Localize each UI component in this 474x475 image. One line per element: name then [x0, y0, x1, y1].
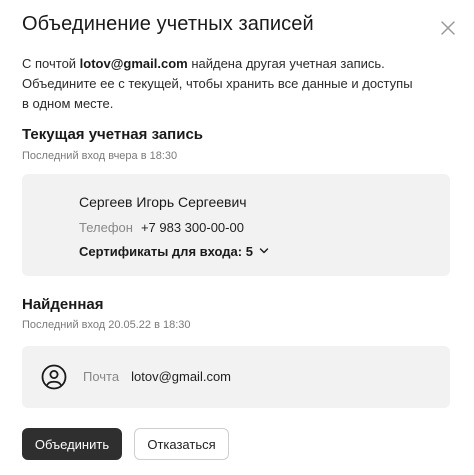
chevron-down-icon [259, 244, 269, 259]
intro-email: lotov@gmail.com [79, 56, 188, 71]
dialog-title: Объединение учетных записей [22, 13, 314, 35]
merge-accounts-dialog: Объединение учетных записей С почтой lot… [0, 0, 474, 475]
intro-line-1: С почтой lotov@gmail.com найдена другая … [22, 54, 442, 74]
intro-line-2: Объедините ее с текущей, чтобы хранить в… [22, 76, 413, 91]
found-account-last-login: Последний вход 20.05.22 в 18:30 [22, 319, 191, 331]
certificates-toggle[interactable]: Сертификаты для входа: 5 [79, 244, 269, 259]
current-account-card: Сергеев Игорь Сергеевич Телефон +7 983 30… [22, 174, 450, 276]
current-account-last-login: Последний вход вчера в 18:30 [22, 150, 178, 162]
mail-value: lotov@gmail.com [131, 369, 232, 384]
user-circle-icon [41, 364, 67, 390]
account-holder-name: Сергеев Игорь Сергеевич [79, 194, 247, 210]
found-account-card: Почта lotov@gmail.com [22, 346, 450, 408]
intro-text: С почтой lotov@gmail.com найдена другая … [22, 54, 442, 114]
intro-line-3: в одном месте. [22, 96, 114, 111]
decline-button[interactable]: Отказаться [134, 428, 229, 460]
current-account-title: Текущая учетная запись [22, 126, 204, 143]
certificates-label: Сертификаты для входа: 5 [79, 244, 253, 259]
found-account-title: Найденная [22, 296, 104, 313]
intro-prefix: С почтой [22, 56, 80, 71]
merge-button[interactable]: Объединить [22, 428, 122, 460]
close-icon [441, 21, 455, 35]
close-button[interactable] [437, 17, 459, 39]
phone-label: Телефон [79, 220, 133, 235]
mail-row: Почта lotov@gmail.com [83, 369, 231, 384]
phone-row: Телефон +7 983 300-00-00 [79, 220, 244, 235]
intro-line1-suffix: найдена другая учетная запись. [187, 56, 385, 71]
phone-value: +7 983 300-00-00 [140, 220, 244, 235]
mail-label: Почта [83, 369, 120, 384]
